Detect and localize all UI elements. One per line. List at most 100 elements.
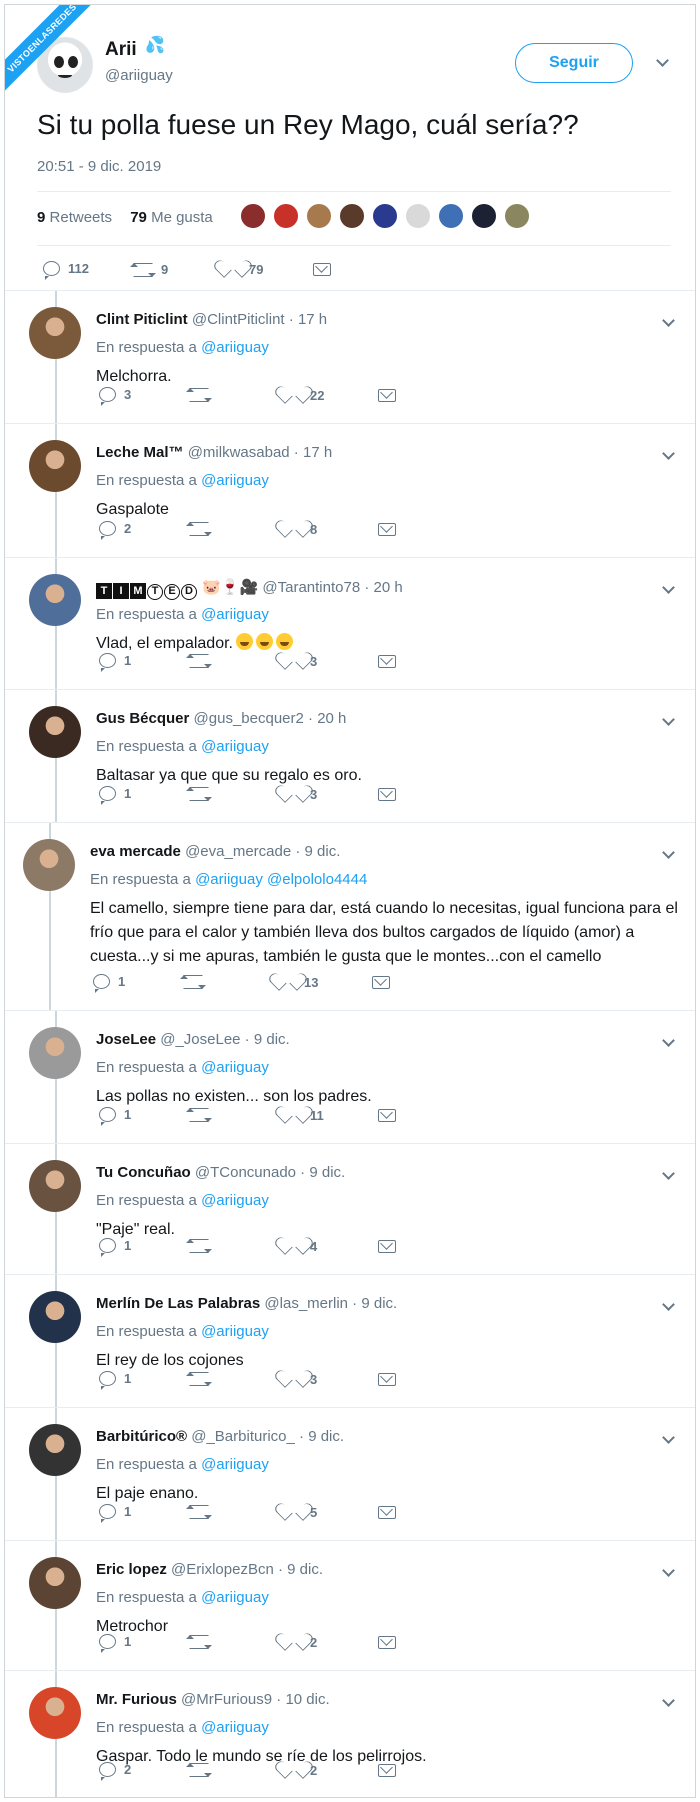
liker-avatar[interactable] bbox=[273, 203, 299, 229]
retweet-button[interactable] bbox=[186, 388, 217, 402]
chevron-down-icon[interactable] bbox=[661, 582, 675, 596]
author-handle[interactable]: @ariiguay bbox=[105, 67, 173, 84]
reply-time[interactable]: 9 dic. bbox=[305, 843, 341, 860]
direct-message-button[interactable] bbox=[378, 1240, 404, 1253]
reply-time[interactable]: 20 h bbox=[317, 710, 346, 727]
chevron-down-icon[interactable] bbox=[661, 1432, 675, 1446]
author-handle[interactable]: @ClintPiticlint bbox=[192, 311, 285, 328]
reply-button[interactable]: 112 bbox=[43, 261, 89, 280]
like-button[interactable]: 3 bbox=[284, 786, 317, 802]
avatar[interactable] bbox=[29, 1160, 81, 1212]
reply-time[interactable]: 17 h bbox=[303, 444, 332, 461]
reply-tweet[interactable]: TIMTED 🐷🍷🎥 @Tarantinto78 · 20 h En respu… bbox=[5, 558, 695, 690]
follow-button[interactable]: Seguir bbox=[515, 43, 633, 83]
like-button[interactable]: 11 bbox=[284, 1107, 324, 1123]
direct-message-button[interactable] bbox=[378, 1373, 404, 1386]
avatar[interactable] bbox=[29, 1557, 81, 1609]
retweet-button[interactable] bbox=[186, 787, 217, 801]
retweets-count[interactable]: 9 Retweets bbox=[37, 209, 112, 226]
author-handle[interactable]: @TConcunado bbox=[195, 1164, 296, 1181]
like-button[interactable]: 13 bbox=[278, 974, 318, 990]
mention-link[interactable]: @ariiguay bbox=[201, 606, 269, 623]
retweet-button[interactable] bbox=[186, 1372, 217, 1386]
reply-time[interactable]: 9 dic. bbox=[287, 1561, 323, 1578]
reply-button[interactable]: 2 bbox=[99, 1762, 131, 1781]
retweet-button[interactable] bbox=[186, 1239, 217, 1253]
liker-avatar[interactable] bbox=[306, 203, 332, 229]
reply-button[interactable]: 1 bbox=[99, 653, 131, 672]
like-button[interactable]: 22 bbox=[284, 387, 324, 403]
direct-message-button[interactable] bbox=[378, 523, 404, 536]
reply-tweet[interactable]: eva mercade @eva_mercade · 9 dic. En res… bbox=[5, 823, 695, 1011]
mention-link[interactable]: @ariiguay bbox=[195, 871, 263, 888]
like-button[interactable]: 2 bbox=[284, 1634, 317, 1650]
mention-link[interactable]: @ariiguay bbox=[201, 1456, 269, 1473]
retweet-button[interactable] bbox=[180, 975, 211, 989]
chevron-down-icon[interactable] bbox=[661, 714, 675, 728]
retweet-button[interactable] bbox=[186, 1505, 217, 1519]
author-name[interactable]: Arii bbox=[105, 39, 137, 61]
direct-message-button[interactable] bbox=[378, 1506, 404, 1519]
avatar[interactable] bbox=[23, 839, 75, 891]
mention-link[interactable]: @ariiguay bbox=[201, 1192, 269, 1209]
author-handle[interactable]: @_Barbiturico_ bbox=[191, 1428, 295, 1445]
chevron-down-icon[interactable] bbox=[661, 1168, 675, 1182]
author-handle[interactable]: @Tarantinto78 bbox=[262, 579, 360, 596]
mention-link[interactable]: @ariiguay bbox=[201, 1323, 269, 1340]
reply-tweet[interactable]: Barbitúrico® @_Barbiturico_ · 9 dic. En … bbox=[5, 1408, 695, 1541]
like-button[interactable]: 4 bbox=[284, 1238, 317, 1254]
direct-message-button[interactable] bbox=[378, 389, 404, 402]
reply-tweet[interactable]: Gus Bécquer @gus_becquer2 · 20 h En resp… bbox=[5, 690, 695, 823]
mention-link[interactable]: @elpololo4444 bbox=[267, 871, 367, 888]
reply-button[interactable]: 1 bbox=[99, 1634, 131, 1653]
avatar[interactable] bbox=[29, 1291, 81, 1343]
author-handle[interactable]: @las_merlin bbox=[264, 1295, 348, 1312]
retweet-button[interactable] bbox=[186, 522, 217, 536]
author-handle[interactable]: @gus_becquer2 bbox=[194, 710, 304, 727]
mention-link[interactable]: @ariiguay bbox=[201, 1589, 269, 1606]
reply-button[interactable]: 2 bbox=[99, 521, 131, 540]
chevron-down-icon[interactable] bbox=[661, 448, 675, 462]
avatar[interactable] bbox=[29, 1424, 81, 1476]
chevron-down-icon[interactable] bbox=[661, 1299, 675, 1313]
chevron-down-icon[interactable] bbox=[661, 847, 675, 861]
reply-time[interactable]: 9 dic. bbox=[308, 1428, 344, 1445]
like-button[interactable]: 3 bbox=[284, 653, 317, 669]
direct-message-button[interactable] bbox=[372, 976, 398, 989]
reply-tweet[interactable]: Clint Piticlint @ClintPiticlint · 17 h E… bbox=[5, 291, 695, 424]
mention-link[interactable]: @ariiguay bbox=[201, 1059, 269, 1076]
author-handle[interactable]: @ErixlopezBcn bbox=[171, 1561, 274, 1578]
likes-count[interactable]: 79 Me gusta bbox=[130, 209, 213, 226]
retweet-button[interactable] bbox=[186, 1108, 217, 1122]
liker-avatar[interactable] bbox=[372, 203, 398, 229]
reply-tweet[interactable]: Eric lopez @ErixlopezBcn · 9 dic. En res… bbox=[5, 1541, 695, 1671]
reply-button[interactable]: 1 bbox=[99, 1107, 131, 1126]
avatar[interactable] bbox=[29, 440, 81, 492]
retweet-button[interactable] bbox=[186, 1635, 217, 1649]
reply-time[interactable]: 10 dic. bbox=[285, 1691, 329, 1708]
reply-button[interactable]: 1 bbox=[99, 786, 131, 805]
mention-link[interactable]: @ariiguay bbox=[201, 472, 269, 489]
reply-button[interactable]: 1 bbox=[93, 974, 125, 993]
like-button[interactable]: 8 bbox=[284, 521, 317, 537]
mention-link[interactable]: @ariiguay bbox=[201, 339, 269, 356]
like-button[interactable]: 5 bbox=[284, 1504, 317, 1520]
author-handle[interactable]: @_JoseLee bbox=[160, 1031, 240, 1048]
reply-time[interactable]: 9 dic. bbox=[361, 1295, 397, 1312]
reply-tweet[interactable]: Mr. Furious @MrFurious9 · 10 dic. En res… bbox=[5, 1671, 695, 1797]
mention-link[interactable]: @ariiguay bbox=[201, 738, 269, 755]
reply-button[interactable]: 1 bbox=[99, 1504, 131, 1523]
avatar[interactable] bbox=[29, 574, 81, 626]
direct-message-button[interactable] bbox=[378, 1764, 404, 1777]
avatar[interactable] bbox=[29, 307, 81, 359]
retweet-button[interactable] bbox=[186, 654, 217, 668]
reply-button[interactable]: 3 bbox=[99, 387, 131, 406]
avatar[interactable] bbox=[29, 1027, 81, 1079]
retweet-button[interactable]: 9 bbox=[130, 262, 168, 277]
direct-message-button[interactable] bbox=[378, 1636, 404, 1649]
like-button[interactable]: 2 bbox=[284, 1762, 317, 1778]
retweet-button[interactable] bbox=[186, 1763, 217, 1777]
liker-avatar[interactable] bbox=[339, 203, 365, 229]
author-handle[interactable]: @eva_mercade bbox=[185, 843, 291, 860]
reply-button[interactable]: 1 bbox=[99, 1238, 131, 1257]
